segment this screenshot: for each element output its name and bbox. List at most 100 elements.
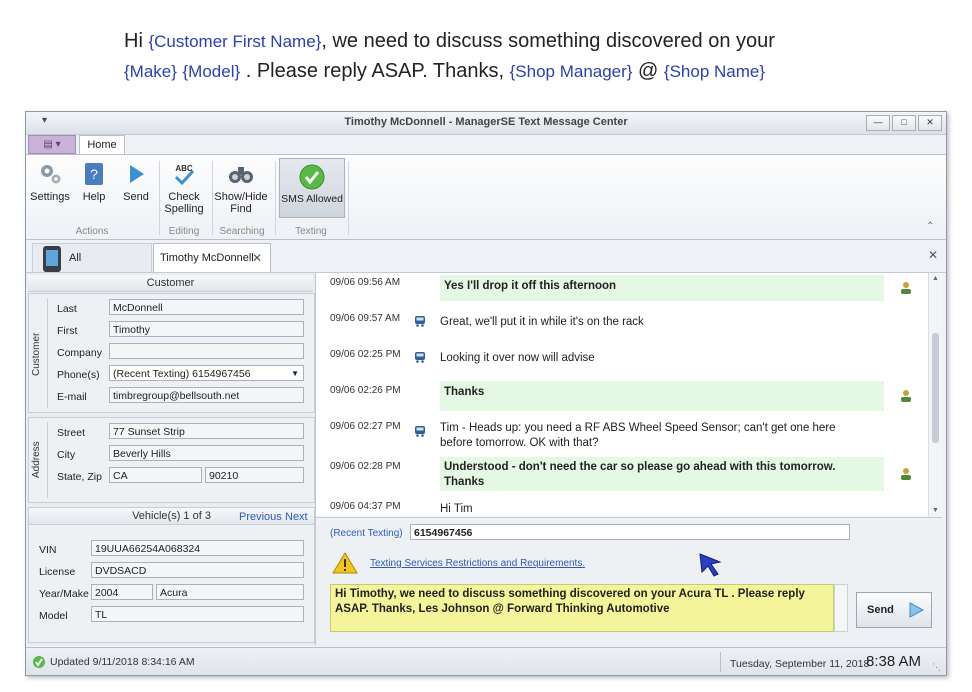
message-compose-textarea[interactable]: Hi Timothy, we need to discuss something… <box>330 584 834 632</box>
make-field[interactable]: Acura <box>156 584 304 600</box>
message-text: Great, we'll put it in while it's on the… <box>440 316 644 328</box>
section-divider <box>47 298 48 408</box>
conversation-transcript: 09/06 09:56 AM Yes I'll drop it off this… <box>316 273 928 516</box>
tab-timothy-mcdonnell[interactable]: Timothy McDonnell ✕ <box>153 243 271 272</box>
year-make-label: Year/Make <box>39 588 89 600</box>
license-field[interactable]: DVDSACD <box>91 562 304 578</box>
send-arrow-icon <box>909 602 925 618</box>
tab-all-conversations[interactable]: All Conversations <box>32 243 152 292</box>
group-separator <box>212 161 213 235</box>
model-label: Model <box>39 610 68 622</box>
send-label: Send <box>123 191 149 203</box>
bus-icon <box>415 426 425 437</box>
model-field[interactable]: TL <box>91 606 304 622</box>
email-label: E-mail <box>57 391 87 403</box>
show-hide-label-2: Find <box>230 203 252 215</box>
recipient-phone-field[interactable]: 6154967456 <box>410 524 850 540</box>
scrollbar-thumb[interactable] <box>932 333 939 443</box>
address-section-label: Address <box>31 441 42 479</box>
vin-field[interactable]: 19UUA66254A068324 <box>91 540 304 556</box>
check-spelling-label-1: Check <box>168 191 200 203</box>
sms-allowed-button[interactable]: SMS Allowed <box>279 158 345 218</box>
company-field[interactable] <box>109 343 304 359</box>
template-banner: Hi {Customer First Name}, we need to dis… <box>0 0 972 108</box>
person-icon <box>901 468 911 480</box>
close-tab-icon[interactable]: ✕ <box>252 244 262 272</box>
vehicle-previous-link[interactable]: Previous <box>239 511 282 523</box>
close-all-icon[interactable]: ✕ <box>928 248 938 262</box>
message-time: 09/06 02:27 PM <box>330 421 401 432</box>
state-zip-label: State, Zip <box>57 471 102 483</box>
file-menu-tab[interactable]: ▤ ▾ <box>28 135 76 154</box>
person-icon <box>901 390 911 402</box>
first-name-field[interactable]: Timothy <box>109 321 304 337</box>
help-button[interactable]: ? Help <box>76 161 112 203</box>
binoculars-icon <box>229 167 253 183</box>
message-text-line-1: Tim - Heads up: you need a RF ABS Wheel … <box>440 422 836 434</box>
banner-text: . Please reply ASAP. Thanks, <box>240 60 510 82</box>
vehicle-section: Vehicle(s) 1 of 3 Previous Next VIN 19UU… <box>28 507 315 643</box>
city-field[interactable]: Beverly Hills <box>109 445 304 461</box>
minimize-button[interactable]: — <box>866 115 890 131</box>
bus-icon <box>415 352 425 363</box>
status-time: 8:38 AM <box>866 653 922 670</box>
vehicle-count: Vehicle(s) 1 of 3 <box>132 510 211 522</box>
email-field[interactable]: timbregroup@bellsouth.net <box>109 387 304 403</box>
app-window: ▾ Timothy McDonnell - ManagerSE Text Mes… <box>25 111 947 676</box>
settings-button[interactable]: Settings <box>30 161 70 203</box>
recent-texting-label: (Recent Texting) <box>330 528 403 539</box>
close-button[interactable]: ✕ <box>918 115 942 131</box>
token-model: {Model} <box>182 62 241 81</box>
year-field[interactable]: 2004 <box>91 584 153 600</box>
compose-scrollbar[interactable] <box>834 584 848 632</box>
check-spelling-label-2: Spelling <box>164 203 204 215</box>
send-arrow-icon <box>130 165 144 183</box>
token-shop-manager: {Shop Manager} <box>509 62 633 81</box>
message-text: Hi Tim <box>440 503 473 515</box>
show-hide-find-button[interactable]: Show/Hide Find <box>214 161 268 215</box>
cursor-icon <box>699 553 722 577</box>
maximize-button[interactable]: □ <box>892 115 916 131</box>
street-field[interactable]: 77 Sunset Strip <box>109 423 304 439</box>
transcript-scrollbar[interactable]: ▲ ▼ <box>928 273 943 516</box>
message-time: 09/06 09:56 AM <box>330 277 401 288</box>
help-label: Help <box>82 191 106 203</box>
scroll-up-icon[interactable]: ▲ <box>932 275 939 282</box>
gear-icon <box>41 165 61 184</box>
last-name-field[interactable]: McDonnell <box>109 299 304 315</box>
status-updated: Updated 9/11/2018 8:34:16 AM <box>50 656 195 668</box>
state-field[interactable]: CA <box>109 467 202 483</box>
message-time: 09/06 09:57 AM <box>330 313 401 324</box>
send-ribbon-button[interactable]: Send <box>118 161 154 203</box>
scroll-down-icon[interactable]: ▼ <box>932 507 939 514</box>
status-divider <box>720 652 721 672</box>
show-hide-label-1: Show/Hide <box>214 191 268 203</box>
last-label: Last <box>57 303 77 315</box>
customer-message-bubble: Thanks <box>440 381 884 411</box>
phone-select[interactable]: (Recent Texting) 6154967456 ▼ <box>109 365 304 381</box>
chevron-down-icon[interactable]: ▼ <box>291 366 299 380</box>
street-label: Street <box>57 427 86 439</box>
restrictions-link[interactable]: Texting Services Restrictions and Requir… <box>370 558 585 569</box>
ribbon: Settings ? Help Send Actions ABC Check S… <box>26 154 946 240</box>
collapse-ribbon-icon[interactable]: ⌃ <box>926 221 934 232</box>
message-text: Yes I'll drop it off this afternoon <box>444 280 617 292</box>
message-time: 09/06 02:25 PM <box>330 349 401 360</box>
group-separator <box>348 161 349 235</box>
spellcheck-icon: ABC <box>174 164 195 186</box>
tab-current-label: Timothy McDonnell <box>160 252 254 264</box>
group-editing-label: Editing <box>168 226 200 237</box>
send-button[interactable]: Send <box>856 592 932 628</box>
zip-field[interactable]: 90210 <box>205 467 304 483</box>
customer-section-label: Customer <box>31 332 42 376</box>
window-title-user: Timothy McDonnell <box>344 116 446 128</box>
tab-home[interactable]: Home <box>79 135 125 155</box>
vehicle-next-link[interactable]: Next <box>285 511 308 523</box>
status-date: Tuesday, September 11, 2018 <box>730 658 870 670</box>
message-text: Looking it over now will advise <box>440 352 595 364</box>
check-spelling-button[interactable]: ABC Check Spelling <box>162 161 206 215</box>
banner-text: @ <box>632 60 664 82</box>
abc-text: ABC <box>175 164 193 173</box>
banner-line-2: {Make} {Model} . Please reply ASAP. Than… <box>124 60 765 83</box>
resize-grip-icon[interactable]: ⋱ <box>932 662 941 673</box>
